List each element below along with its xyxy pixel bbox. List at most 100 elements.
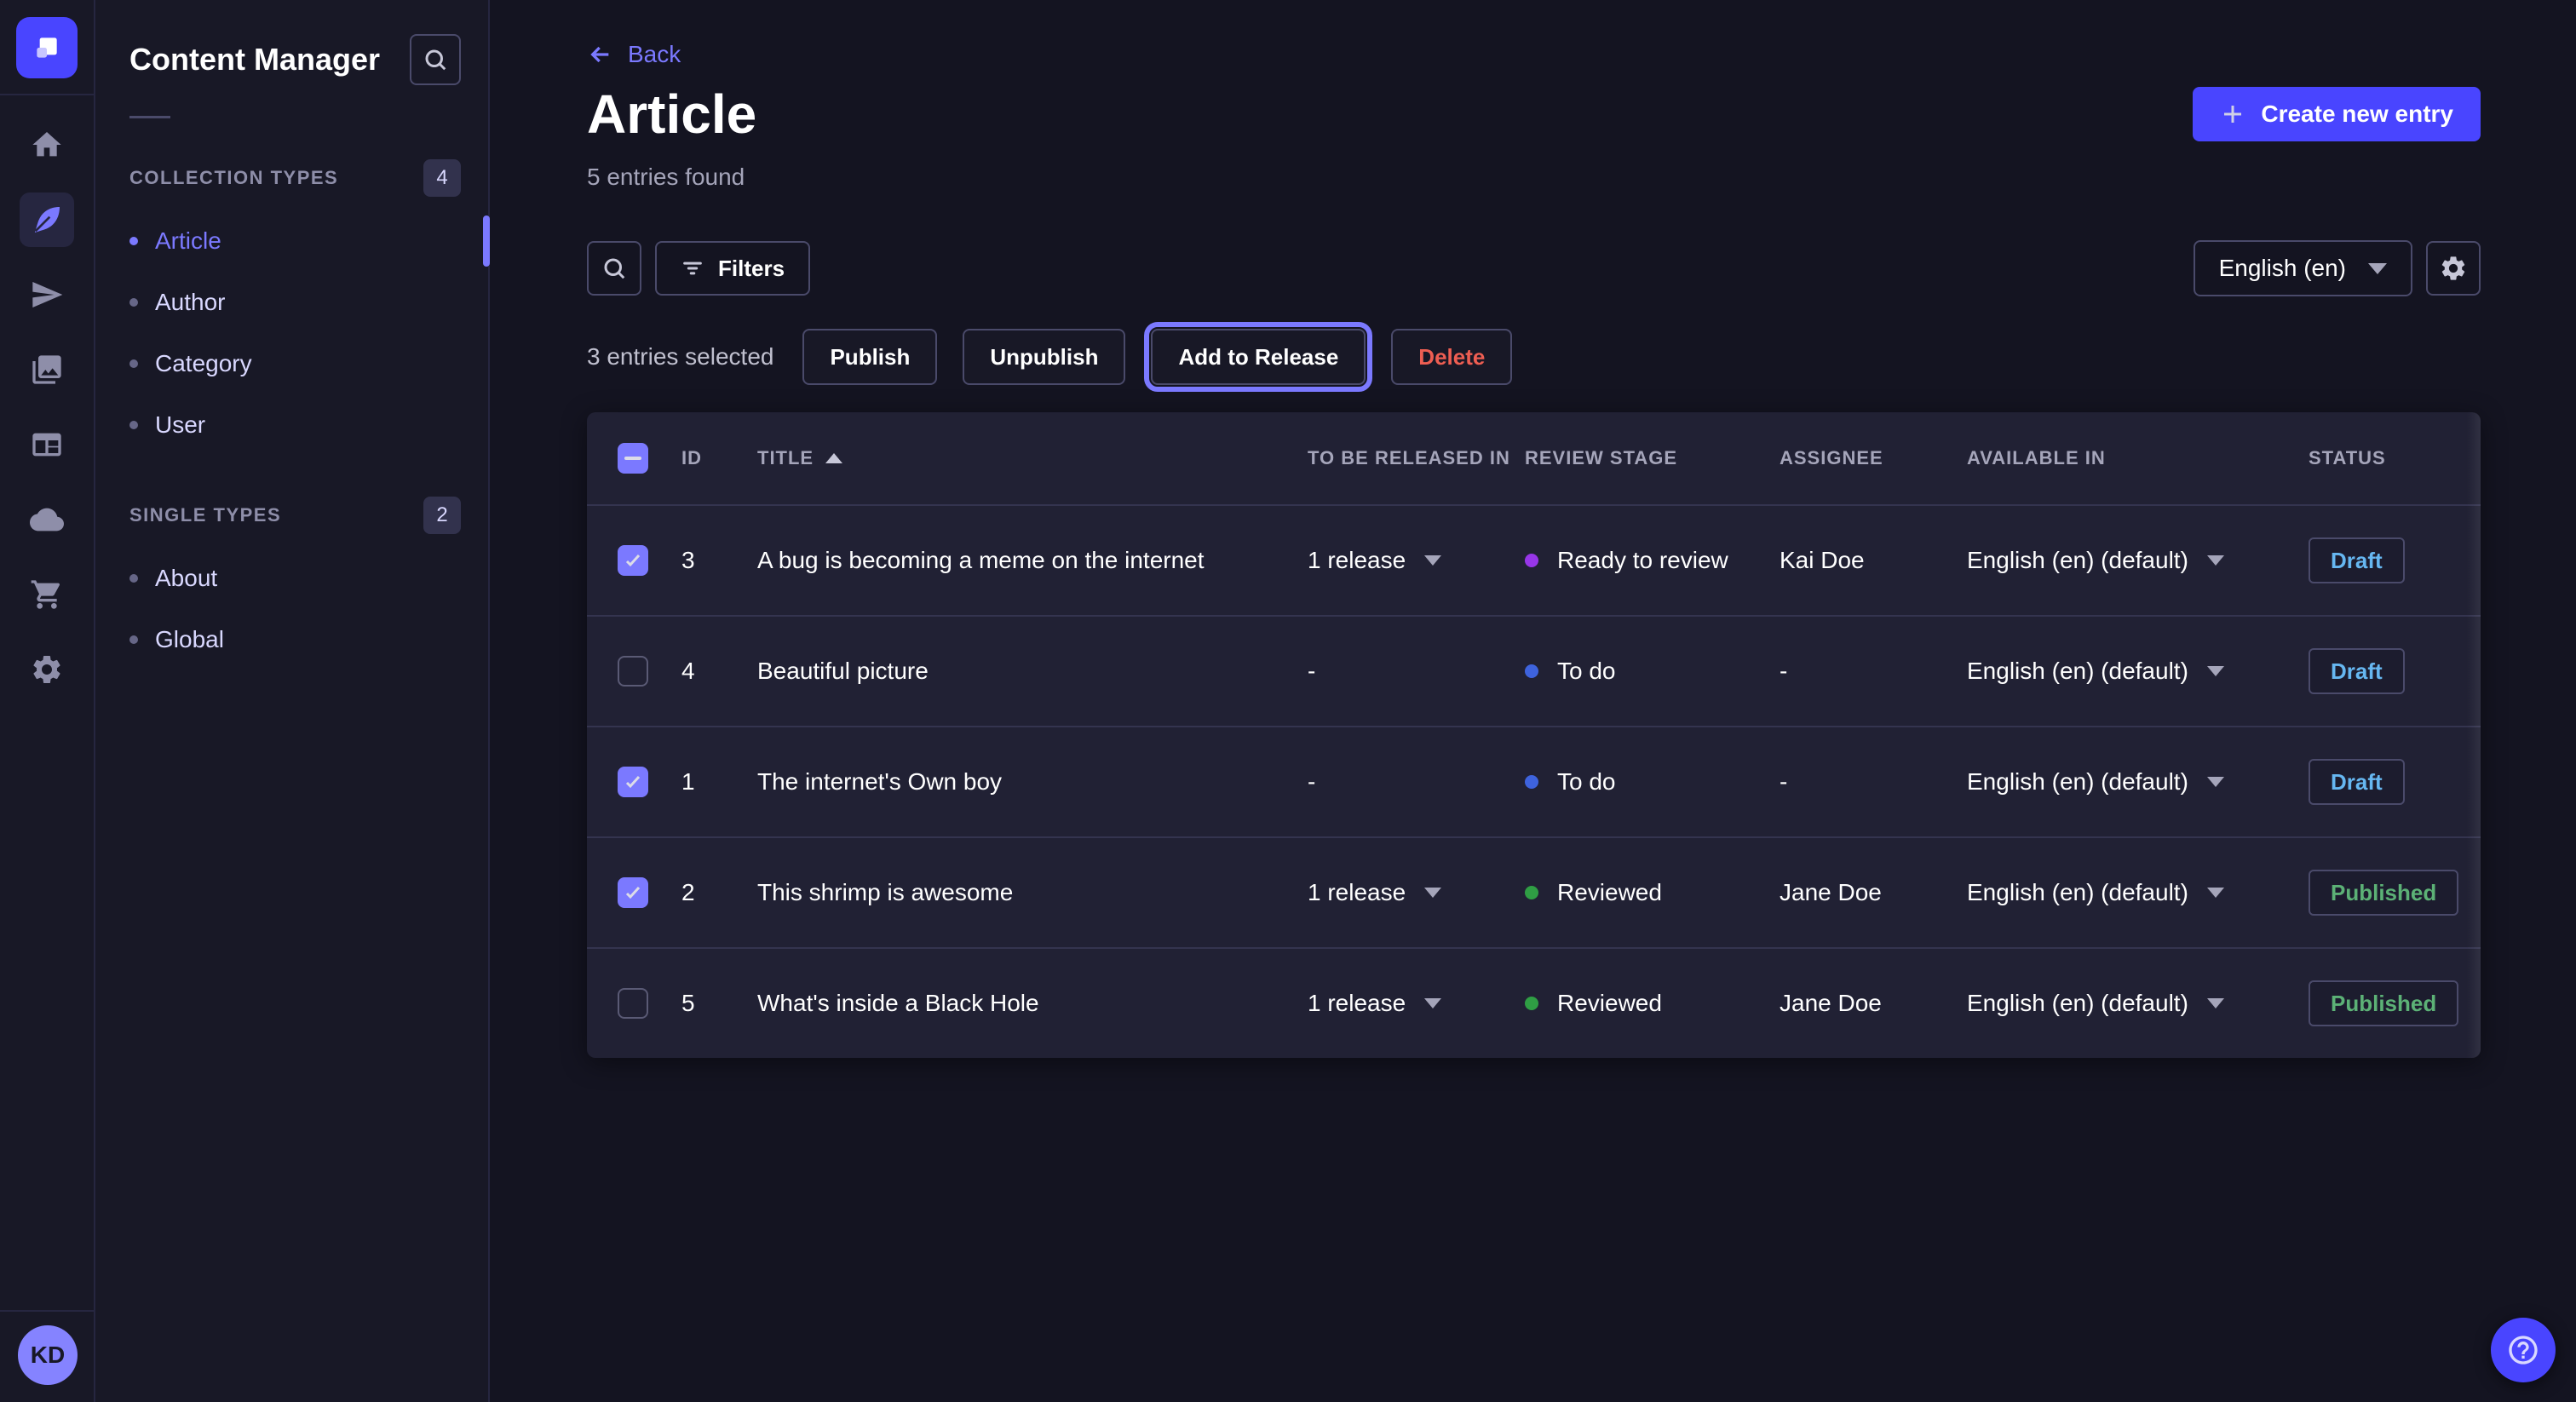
release-dropdown[interactable]: 1 release <box>1308 547 1525 574</box>
select-all-checkbox[interactable] <box>618 443 648 474</box>
review-stage-label: Reviewed <box>1557 990 1662 1017</box>
sidebar-item-releases[interactable] <box>20 267 74 322</box>
status-badge: Draft <box>2309 537 2405 583</box>
table-row: 3 A bug is becoming a meme on the intern… <box>587 504 2481 615</box>
review-stage-label: Reviewed <box>1557 879 1662 906</box>
sidebar-item-marketplace[interactable] <box>20 567 74 622</box>
column-header-title[interactable]: TITLE <box>757 447 1308 469</box>
row-id: 3 <box>681 547 757 574</box>
publish-button[interactable]: Publish <box>802 329 937 385</box>
locale-label: English (en) (default) <box>1967 658 2188 685</box>
review-stage-cell: Reviewed <box>1525 879 1780 906</box>
single-types-section: SINGLE TYPES 2 About Global <box>95 497 488 670</box>
stage-dot-icon <box>1525 997 1538 1010</box>
table-header-row: ID TITLE TO BE RELEASED IN REVIEW STAGE … <box>587 412 2481 504</box>
row-checkbox[interactable] <box>618 767 648 797</box>
create-new-entry-button[interactable]: Create new entry <box>2193 87 2481 141</box>
locale-dropdown[interactable]: English (en) (default) <box>1967 879 2309 906</box>
create-new-entry-label: Create new entry <box>2261 101 2453 128</box>
review-stage-cell: Ready to review <box>1525 547 1780 574</box>
sort-ascending-icon <box>825 453 842 463</box>
column-header-assignee: ASSIGNEE <box>1780 447 1967 469</box>
strapi-logo[interactable] <box>16 17 78 78</box>
assignee-cell: Jane Doe <box>1780 990 1967 1017</box>
check-icon <box>623 550 643 571</box>
help-button[interactable] <box>2491 1318 2556 1382</box>
check-icon <box>623 882 643 903</box>
bullet-icon <box>129 298 138 307</box>
delete-button[interactable]: Delete <box>1391 329 1512 385</box>
review-stage-cell: To do <box>1525 768 1780 796</box>
subnav-title: Content Manager <box>129 42 380 78</box>
sidebar-item-content-type-builder[interactable] <box>20 417 74 472</box>
locale-label: English (en) (default) <box>1967 990 2188 1017</box>
subnav-search-button[interactable] <box>410 34 461 85</box>
release-dropdown: - <box>1308 768 1525 796</box>
locale-select[interactable]: English (en) <box>2194 240 2412 296</box>
column-header-title-label: TITLE <box>757 447 814 469</box>
subnav-item-label: User <box>155 411 205 439</box>
bullet-icon <box>129 574 138 583</box>
row-checkbox[interactable] <box>618 877 648 908</box>
sidebar-item-content-manager[interactable] <box>20 192 74 247</box>
question-mark-icon <box>2506 1333 2540 1367</box>
sidebar-item-media-library[interactable] <box>20 342 74 397</box>
review-stage-cell: To do <box>1525 658 1780 685</box>
release-dropdown[interactable]: 1 release <box>1308 990 1525 1017</box>
user-avatar[interactable]: KD <box>18 1325 78 1385</box>
row-checkbox[interactable] <box>618 656 648 687</box>
column-header-id: ID <box>681 447 757 469</box>
table-row: 2 This shrimp is awesome 1 release Revie… <box>587 836 2481 947</box>
locale-dropdown[interactable]: English (en) (default) <box>1967 547 2309 574</box>
view-settings-button[interactable] <box>2426 241 2481 296</box>
unpublish-button[interactable]: Unpublish <box>963 329 1125 385</box>
release-count: 1 release <box>1308 879 1406 906</box>
filter-icon <box>681 256 704 280</box>
locale-dropdown[interactable]: English (en) (default) <box>1967 768 2309 796</box>
row-checkbox[interactable] <box>618 988 648 1019</box>
stage-dot-icon <box>1525 554 1538 567</box>
release-dropdown[interactable]: 1 release <box>1308 879 1525 906</box>
content-manager-subnav: Content Manager COLLECTION TYPES 4 Artic… <box>95 0 490 1402</box>
release-count: 1 release <box>1308 547 1406 574</box>
back-link[interactable]: Back <box>587 41 681 68</box>
status-cell: Published <box>2309 980 2481 1026</box>
cloud-icon <box>30 503 64 537</box>
review-stage-label: To do <box>1557 768 1616 796</box>
section-label: SINGLE TYPES <box>129 504 281 526</box>
release-count: 1 release <box>1308 990 1406 1017</box>
sidebar-item-category[interactable]: Category <box>95 333 488 394</box>
sidebar-item-deploy[interactable] <box>20 492 74 547</box>
chevron-down-icon <box>2207 888 2224 898</box>
sidebar-item-home[interactable] <box>20 118 74 172</box>
row-title: Beautiful picture <box>757 658 1308 685</box>
table-body: 3 A bug is becoming a meme on the intern… <box>587 504 2481 1058</box>
chevron-down-icon <box>1424 998 1441 1008</box>
locale-dropdown[interactable]: English (en) (default) <box>1967 990 2309 1017</box>
plus-icon <box>2220 101 2245 127</box>
table-row: 4 Beautiful picture - To do - English (e… <box>587 615 2481 726</box>
sidebar-item-settings[interactable] <box>20 642 74 697</box>
filters-label: Filters <box>718 256 785 282</box>
gear-icon <box>2439 254 2468 283</box>
sidebar-item-user[interactable]: User <box>95 394 488 456</box>
filters-button[interactable]: Filters <box>655 241 810 296</box>
home-icon <box>30 128 64 162</box>
collection-types-section: COLLECTION TYPES 4 Article Author Catego… <box>95 159 488 456</box>
section-count-badge: 2 <box>423 497 461 534</box>
column-header-status: STATUS <box>2309 447 2481 469</box>
rail-divider-bottom <box>0 1310 95 1312</box>
sidebar-item-author[interactable]: Author <box>95 272 488 333</box>
sidebar-item-global[interactable]: Global <box>95 609 488 670</box>
sidebar-item-article[interactable]: Article <box>95 210 488 272</box>
row-checkbox[interactable] <box>618 545 648 576</box>
locale-label: English (en) (default) <box>1967 768 2188 796</box>
table-search-button[interactable] <box>587 241 641 296</box>
add-to-release-button[interactable]: Add to Release <box>1151 329 1366 385</box>
subnav-item-label: Author <box>155 289 226 316</box>
indeterminate-dash-icon <box>624 457 641 460</box>
subnav-item-label: Article <box>155 227 221 255</box>
sidebar-item-about[interactable]: About <box>95 548 488 609</box>
locale-dropdown[interactable]: English (en) (default) <box>1967 658 2309 685</box>
review-stage-label: Ready to review <box>1557 547 1728 574</box>
